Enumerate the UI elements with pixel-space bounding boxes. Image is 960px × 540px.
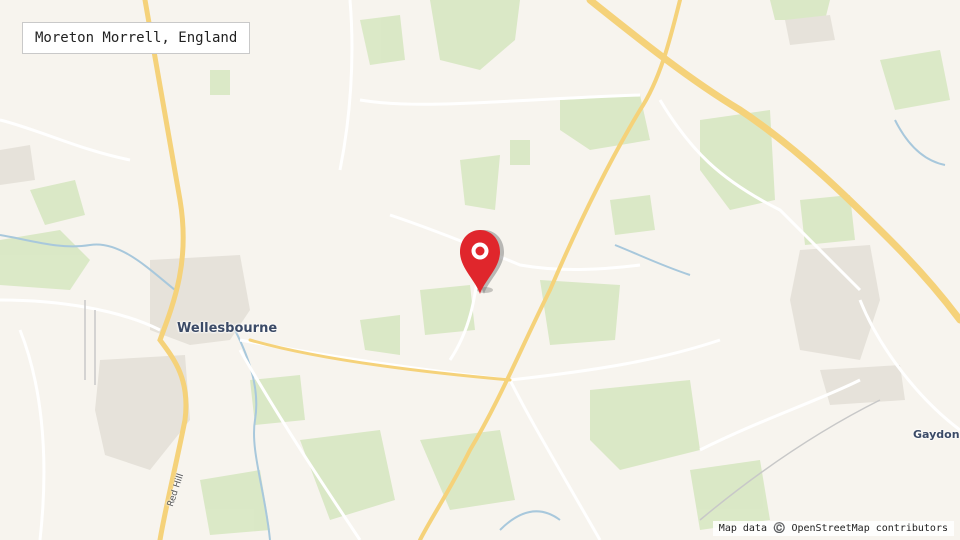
place-label-gaydon: Gaydon bbox=[913, 428, 960, 441]
map-attribution: Map data ©️ OpenStreetMap contributors bbox=[712, 521, 954, 536]
location-title: Moreton Morrell, England bbox=[35, 30, 238, 46]
location-title-box: Moreton Morrell, England bbox=[22, 22, 251, 54]
place-label-wellesbourne: Wellesbourne bbox=[177, 321, 278, 336]
map-pin-icon[interactable] bbox=[456, 226, 508, 296]
